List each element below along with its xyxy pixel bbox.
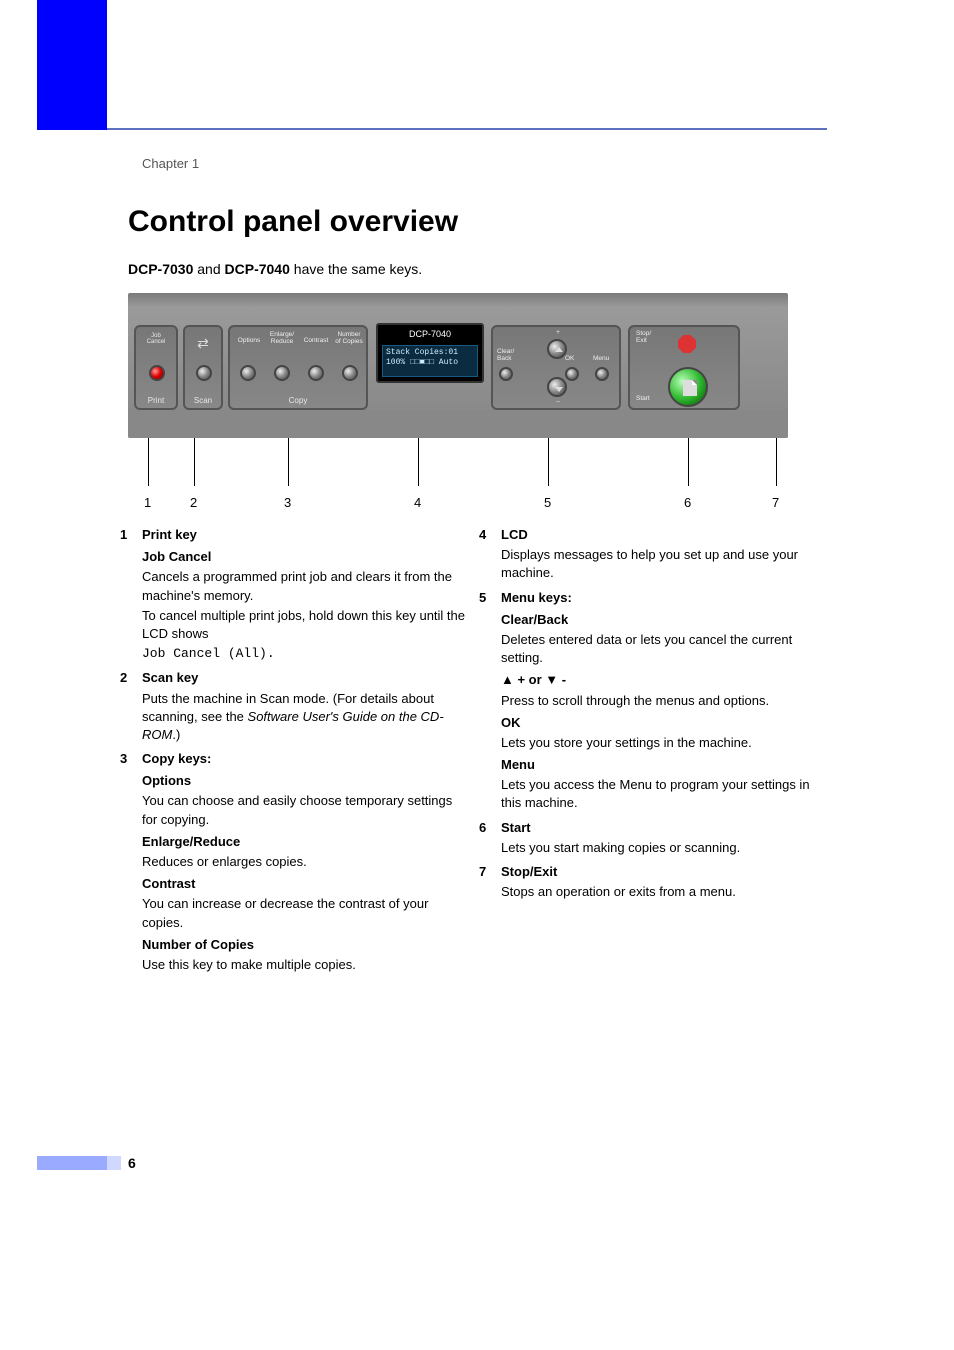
left-column: 1 Print key Job Cancel Cancels a program… bbox=[120, 520, 471, 974]
page-number: 6 bbox=[128, 1155, 136, 1171]
item-6-title: Start bbox=[501, 819, 830, 837]
scan-button[interactable] bbox=[196, 365, 212, 381]
down-button[interactable] bbox=[547, 377, 567, 397]
lcd-group: DCP-7040 Stack Copies:01 100% □□■□□ Auto bbox=[376, 323, 484, 383]
blue-side-tab bbox=[37, 0, 107, 130]
stop-start-group: Stop/ Exit Start bbox=[628, 325, 740, 410]
scan-icon: ⇄ bbox=[185, 335, 221, 352]
stop-exit-button[interactable] bbox=[678, 335, 696, 353]
options-button[interactable] bbox=[240, 365, 256, 381]
header-rule bbox=[107, 128, 827, 130]
page-icon bbox=[683, 380, 697, 396]
contrast-button[interactable] bbox=[308, 365, 324, 381]
up-button[interactable] bbox=[547, 339, 567, 359]
start-button[interactable] bbox=[668, 367, 708, 407]
item-5-title: Menu keys: bbox=[501, 589, 830, 607]
job-cancel-button[interactable] bbox=[149, 365, 165, 381]
right-column: 4 LCD Displays messages to help you set … bbox=[479, 520, 830, 974]
item-2-title: Scan key bbox=[142, 669, 471, 687]
control-panel-figure: Job Cancel Print ⇄ Scan Options Enlarge/… bbox=[128, 293, 788, 438]
scan-group: ⇄ Scan bbox=[183, 325, 223, 410]
enlarge-reduce-button[interactable] bbox=[274, 365, 290, 381]
lcd-screen: Stack Copies:01 100% □□■□□ Auto bbox=[382, 345, 478, 377]
ok-button[interactable] bbox=[565, 367, 579, 381]
page-title: Control panel overview bbox=[128, 205, 458, 239]
item-4-title: LCD bbox=[501, 526, 830, 544]
print-group: Job Cancel Print bbox=[134, 325, 178, 410]
item-7-title: Stop/Exit bbox=[501, 863, 830, 881]
clear-back-button[interactable] bbox=[499, 367, 513, 381]
number-copies-button[interactable] bbox=[342, 365, 358, 381]
subtitle: DCP-7030 and DCP-7040 have the same keys… bbox=[128, 261, 422, 277]
menu-group: Clear/ Back + − OK Menu bbox=[491, 325, 621, 410]
item-1-title: Print key bbox=[142, 526, 471, 544]
page-number-bar bbox=[37, 1156, 107, 1170]
menu-button[interactable] bbox=[595, 367, 609, 381]
item-3-title: Copy keys: bbox=[142, 750, 471, 768]
copy-group: Options Enlarge/ Reduce Contrast Number … bbox=[228, 325, 368, 410]
chapter-label: Chapter 1 bbox=[142, 156, 199, 171]
